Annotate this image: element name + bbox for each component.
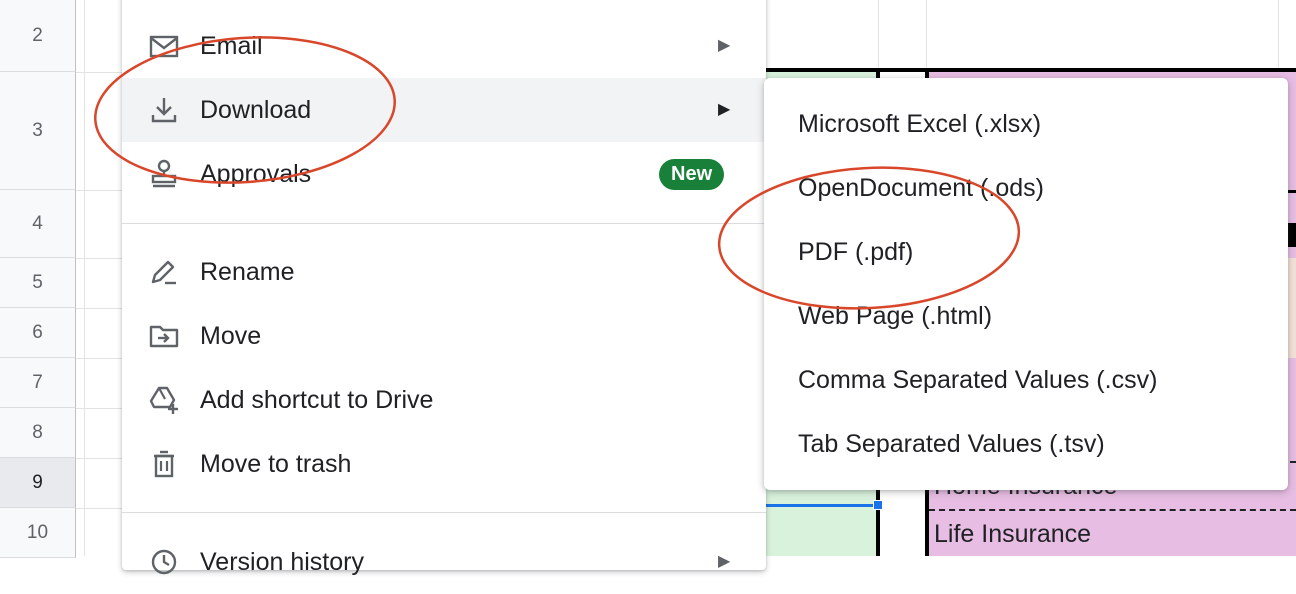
grid-line (76, 458, 126, 459)
grid-line (76, 408, 126, 409)
trash-icon (154, 450, 174, 478)
menu-item-rename[interactable]: Rename (122, 240, 766, 304)
new-badge: New (659, 159, 725, 190)
menu-divider (122, 512, 766, 513)
menu-item-label: Email (200, 32, 263, 60)
row-header-2[interactable]: 2 (0, 0, 76, 72)
rename-icon (151, 260, 176, 285)
menu-item-download[interactable]: Download ▶ (122, 78, 766, 142)
submenu-item-label: Comma Separated Values (.csv) (798, 366, 1158, 394)
table-border (1288, 223, 1296, 247)
grid-line (926, 0, 927, 72)
menu-item-label: Download (200, 96, 312, 124)
table-border (1288, 190, 1296, 193)
submenu-item-label: OpenDocument (.ods) (798, 174, 1044, 202)
submenu-arrow-icon: ▶ (718, 37, 731, 54)
selection-handle[interactable] (873, 500, 883, 510)
submenu-item-html[interactable]: Web Page (.html) (764, 284, 1288, 348)
grid-line (76, 72, 126, 73)
row-header-7[interactable]: 7 (0, 358, 76, 408)
row-header-9[interactable]: 9 (0, 458, 76, 508)
grid-line (84, 0, 85, 556)
grid-line (76, 308, 126, 309)
grid-line (76, 508, 126, 509)
grid-line (76, 258, 126, 259)
submenu-item-pdf[interactable]: PDF (.pdf) (764, 220, 1288, 284)
history-icon (151, 549, 177, 575)
submenu-item-csv[interactable]: Comma Separated Values (.csv) (764, 348, 1288, 412)
menu-item-label: Rename (200, 258, 295, 286)
submenu-arrow-icon: ▶ (718, 101, 731, 118)
download-icon (151, 98, 177, 123)
grid-line (76, 358, 126, 359)
menu-item-add-shortcut[interactable]: Add shortcut to Drive (122, 368, 766, 432)
selection-border (766, 504, 878, 507)
submenu-item-label: Tab Separated Values (.tsv) (798, 430, 1105, 458)
menu-item-email[interactable]: Email ▶ (122, 14, 766, 78)
menu-item-approvals[interactable]: Approvals New (122, 142, 766, 206)
submenu-item-tsv[interactable]: Tab Separated Values (.tsv) (764, 412, 1288, 476)
menu-item-label: Move (200, 322, 262, 350)
dashed-row-line (929, 509, 1296, 511)
menu-item-label: Version history (200, 548, 364, 576)
menu-item-move[interactable]: Move (122, 304, 766, 368)
drive-shortcut-icon (149, 386, 178, 414)
submenu-item-label: Web Page (.html) (798, 302, 993, 330)
menu-divider (122, 223, 766, 224)
move-folder-icon (149, 325, 179, 348)
peach-cell (1288, 258, 1296, 358)
menu-item-version-history[interactable]: Version history ▶ (122, 530, 766, 594)
submenu-item-xlsx[interactable]: Microsoft Excel (.xlsx) (764, 92, 1288, 156)
grid-line (76, 190, 126, 191)
file-menu: Email ▶ Download ▶ Approvals New Rename (122, 0, 766, 576)
grid-line (878, 0, 879, 72)
row-header-10[interactable]: 10 (0, 508, 76, 558)
submenu-item-label: Microsoft Excel (.xlsx) (798, 110, 1042, 138)
menu-item-move-to-trash[interactable]: Move to trash (122, 432, 766, 496)
stamp-icon (151, 159, 177, 188)
row-header-5[interactable]: 5 (0, 258, 76, 308)
grid-line (1278, 0, 1279, 72)
row-header-8[interactable]: 8 (0, 408, 76, 458)
row-header-6[interactable]: 6 (0, 308, 76, 358)
email-icon (149, 35, 179, 58)
cell-life-insurance[interactable]: Life Insurance (934, 520, 1091, 549)
submenu-arrow-icon: ▶ (718, 553, 731, 570)
table-border (766, 68, 1296, 72)
row-header-3[interactable]: 3 (0, 72, 76, 190)
submenu-item-ods[interactable]: OpenDocument (.ods) (764, 156, 1288, 220)
menu-item-label: Move to trash (200, 450, 352, 478)
download-submenu: Microsoft Excel (.xlsx) OpenDocument (.o… (764, 78, 1288, 490)
menu-item-label: Approvals (200, 160, 312, 188)
submenu-item-label: PDF (.pdf) (798, 238, 914, 266)
row-header-4[interactable]: 4 (0, 190, 76, 258)
menu-item-label: Add shortcut to Drive (200, 386, 434, 414)
